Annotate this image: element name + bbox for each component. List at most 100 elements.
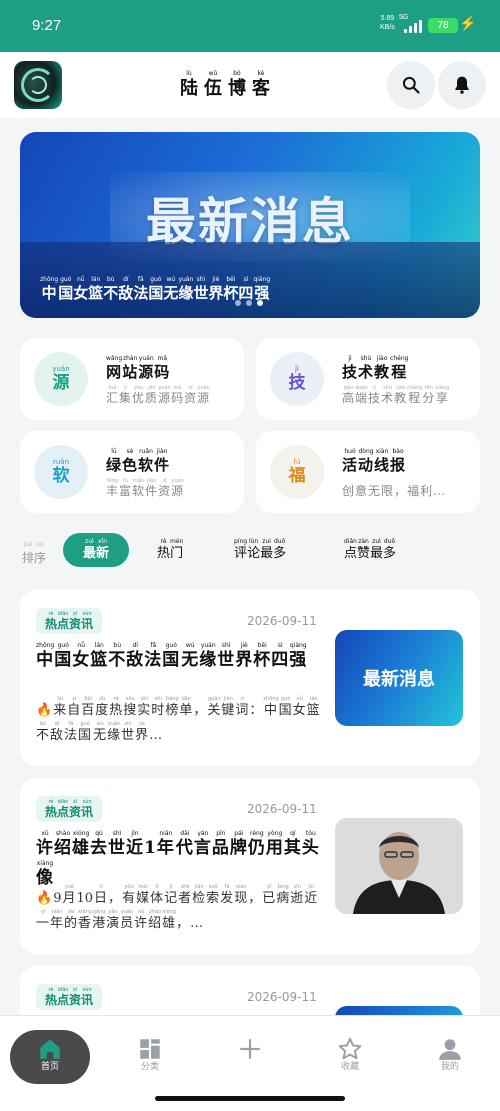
quick-card-desc-char: zī 资 — [158, 478, 171, 499]
category-badge[interactable]: rè 热 diǎn 点 zī 资 xùn 讯 — [36, 608, 103, 634]
category-badge[interactable]: rè 热 diǎn 点 zī 资 xùn 讯 — [36, 796, 103, 822]
carousel-dots[interactable] — [235, 300, 263, 306]
article-title[interactable]: xǔ 许 shào 绍 xióng 雄 qù 去 shì 世 jìn 近 1 nián 年 dài 代 yán 言… — [36, 830, 332, 888]
article-summary-char: bǎi 百 — [81, 696, 95, 719]
quick-card-event-news[interactable]: fú 福 huó 活 dòng 动 xiàn 线 bào 报创意无限，福利… — [256, 431, 480, 513]
banner-caption: zhōng 中 guó 国 nǚ 女 lán 篮 bù 不 dí 敌 fǎ 法 guó 国 wú 无 yuán 缘 s… — [40, 276, 270, 302]
hanzi: 港 — [92, 916, 106, 931]
hanzi: 检 — [192, 891, 206, 906]
category-char: xùn 讯 — [81, 799, 93, 819]
hanzi: 10 — [76, 891, 94, 906]
hanzi: 媒 — [136, 891, 150, 906]
hanzi: 陆 — [180, 78, 198, 99]
article-summary-char: ， — [193, 696, 207, 719]
hanzi: 世 — [108, 838, 125, 858]
pinyin: xǔ — [41, 830, 49, 837]
hanzi: 的 — [64, 916, 78, 931]
carousel-dot[interactable] — [235, 300, 241, 306]
category-badge[interactable]: rè 热 diǎn 点 zī 资 xùn 讯 — [36, 984, 103, 1010]
quick-card-desc: huì 汇 jí 集 yōu 优 zhì 质 yuán 源 mǎ 码 zī 资 yuán 源 — [106, 385, 210, 406]
nav-home[interactable]: 首页 — [10, 1030, 90, 1084]
hanzi: 病 — [276, 891, 290, 906]
hanzi: 教 — [374, 363, 390, 381]
pinyin: nǚ — [76, 276, 85, 283]
carousel-dot[interactable] — [246, 300, 252, 306]
nav-category[interactable]: 分类 — [110, 1030, 190, 1084]
quick-card-desc-char: 意 — [355, 478, 368, 499]
banner-caption-char: dí 敌 — [118, 276, 133, 302]
banner-caption-char: fǎ 法 — [133, 276, 148, 302]
notification-button[interactable] — [438, 61, 486, 109]
pinyin: yán — [197, 830, 209, 837]
plus-icon — [240, 1039, 260, 1059]
sort-tab-char: zuì 最 — [260, 538, 273, 562]
nav-favorites[interactable]: 收藏 — [310, 1030, 390, 1084]
hanzi: 评 — [234, 546, 248, 561]
hanzi: 近 — [304, 891, 318, 906]
pinyin: xiàn — [375, 448, 389, 455]
dragon-logo[interactable] — [14, 61, 62, 109]
hanzi: 演 — [106, 916, 120, 931]
quick-card-green-software[interactable]: ruǎn 软 lǜ 绿 sè 色 ruǎn 软 jiàn 件 fēng 丰 fù 富 ruǎn 软 jiàn 件 z… — [20, 431, 244, 513]
article-title-char: qí 其 — [284, 830, 302, 858]
hanzi: 无 — [163, 284, 179, 302]
article-title-char: shì 世 — [108, 830, 126, 858]
search-button[interactable] — [387, 61, 435, 109]
sort-tab-most-comments[interactable]: píng 评 lùn 论 zuì 最 duō 多 — [222, 533, 298, 567]
hanzi: 言 — [193, 838, 211, 858]
article-thumbnail[interactable] — [335, 818, 463, 914]
nav-profile[interactable]: 我的 — [410, 1030, 490, 1084]
pinyin: duō — [273, 538, 286, 545]
article-summary: 🔥 9 yuè 月 10 rì 日， yǒu 有 méi 媒 tǐ 体 jì 记 zhě 者 jiǎn 检 suǒ 索 f… — [36, 884, 332, 932]
site-title: lù 陆 wǔ 伍 bó 博 kè 客 — [180, 70, 270, 102]
carousel-dot-active[interactable] — [257, 300, 263, 306]
pinyin: guó — [150, 276, 162, 283]
hanzi: 点 — [57, 993, 70, 1007]
hanzi: 强 — [289, 650, 307, 670]
hanzi: 女 — [73, 284, 89, 302]
hanzi: 关 — [207, 703, 221, 718]
article-summary-char: … — [190, 909, 204, 932]
quick-card-title-char: jiàn 件 — [154, 448, 170, 474]
hanzi: 点 — [344, 546, 358, 561]
hanzi: 近 — [126, 838, 143, 858]
sort-tab-most-likes[interactable]: diǎn 点 zàn 赞 zuì 最 duō 多 — [332, 533, 408, 567]
quick-card-source-code[interactable]: yuán 源 wǎng 网 zhàn 站 yuán 源 mǎ 码 huì 汇 jí 集 yōu 优 zhì 质 yu… — [20, 338, 244, 420]
sort-tab-latest[interactable]: zuì 最 xīn 新 — [63, 533, 129, 567]
pinyin: jiào — [376, 355, 388, 362]
pinyin: lán — [94, 642, 104, 649]
hanzi: 无 — [93, 728, 107, 743]
pinyin: jì — [348, 355, 352, 362]
banner-caption-char: sì 四 — [238, 276, 253, 302]
article-title-char: jiè 界 — [235, 642, 253, 670]
hanzi: 源 — [197, 391, 210, 405]
hanzi: 程 — [408, 391, 421, 405]
article-title[interactable]: zhōng 中 guó 国 nǚ 女 lán 篮 bù 不 dí 敌 fǎ 法 guó 国 wú 无 yuán 缘 s… — [36, 642, 332, 670]
quick-card-title: lǜ 绿 sè 色 ruǎn 软 jiàn 件 — [106, 448, 170, 474]
category-char: xùn 讯 — [81, 987, 93, 1007]
hanzi: 已 — [262, 891, 276, 906]
article-card[interactable]: rè 热 diǎn 点 zī 资 xùn 讯 2026-09-11 xǔ 许 shào 绍 xióng 雄 q… — [20, 778, 480, 954]
hanzi: 最 — [82, 546, 96, 561]
status-time: 9:27 — [32, 17, 62, 34]
quick-card-tech-tutorial[interactable]: jì 技 jì 技 shù 术 jiào 教 chéng 程 gāo 高 duān 端 jì 技 shù 术 jià… — [256, 338, 480, 420]
pinyin: jìn — [131, 830, 139, 837]
hanzi: 国 — [278, 703, 292, 718]
article-summary-char: dān 单 — [179, 696, 193, 719]
banner-carousel[interactable]: 最新消息 zhōng 中 guó 国 nǚ 女 lán 篮 bù 不 dí 敌 fǎ 法 guó 国 wú 无 y… — [20, 132, 480, 318]
article-title-char: lán 篮 — [90, 642, 108, 670]
article-title-char: nǚ 女 — [72, 642, 90, 670]
banner-caption-char: guó 国 — [58, 276, 73, 302]
sort-tab-hot[interactable]: rè 热 mén 门 — [145, 533, 195, 567]
hanzi: ， — [248, 891, 262, 906]
article-summary-char: zì 自 — [67, 696, 81, 719]
pinyin: wú — [185, 642, 195, 649]
nav-add[interactable] — [210, 1030, 290, 1084]
sort-tab-char: diǎn 点 — [344, 538, 357, 562]
pinyin: shào — [55, 830, 71, 837]
hanzi: 资 — [69, 617, 82, 631]
hanzi: 单 — [179, 703, 193, 718]
article-card[interactable]: rè 热 diǎn 点 zī 资 xùn 讯 2026-09-11 zhōng 中 guó 国 nǚ 女 lá… — [20, 590, 480, 766]
article-thumbnail[interactable]: 最新消息 — [335, 630, 463, 726]
hanzi: 品 — [211, 838, 229, 858]
